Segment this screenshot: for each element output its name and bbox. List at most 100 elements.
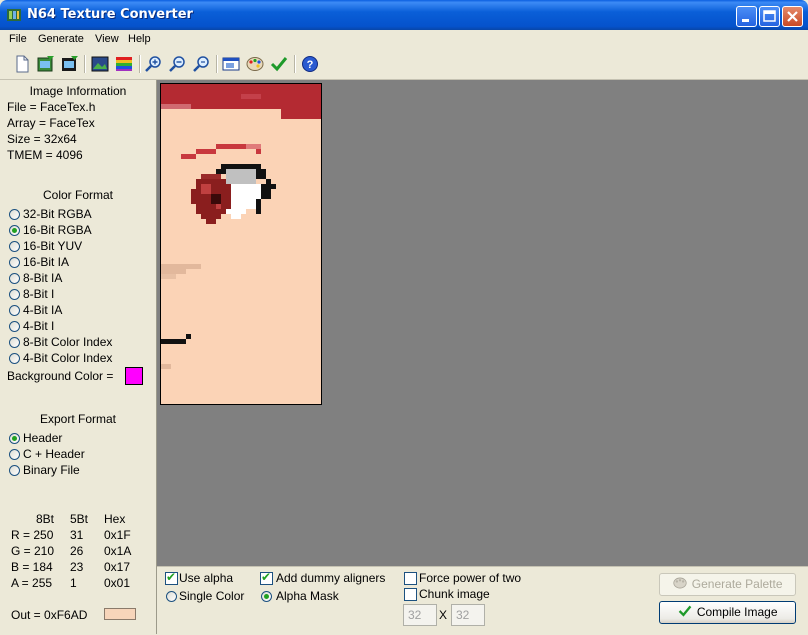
force-power-of-two-label: Force power of two bbox=[419, 571, 522, 585]
chunk-width-input[interactable]: 32 bbox=[403, 604, 437, 626]
menu-bar: File Generate View Help bbox=[0, 30, 808, 50]
single-color-radio[interactable] bbox=[166, 591, 177, 602]
col-header-hex: Hex bbox=[104, 512, 126, 526]
radio-8bit-i[interactable] bbox=[9, 289, 20, 300]
compile-check-icon[interactable] bbox=[270, 55, 288, 73]
zoom-in-icon[interactable] bbox=[145, 55, 163, 73]
pixel-a-5bit: 1 bbox=[70, 576, 77, 590]
app-window: N64 Texture Converter File Generate View… bbox=[0, 0, 808, 635]
use-alpha-label: Use alpha bbox=[179, 571, 234, 585]
force-power-of-two-checkbox[interactable] bbox=[404, 572, 417, 585]
pixel-b-value: B = 184 bbox=[11, 560, 53, 574]
toolbar-separator bbox=[84, 55, 86, 73]
pixel-r-5bit: 31 bbox=[70, 528, 84, 542]
col-header-5bt: 5Bt bbox=[70, 512, 89, 526]
radio-label: 16-Bit YUV bbox=[23, 239, 83, 253]
zoom-out-icon[interactable] bbox=[193, 55, 211, 73]
radio-16bit-yuv[interactable] bbox=[9, 241, 20, 252]
palette-icon bbox=[673, 577, 688, 589]
radio-export-header[interactable] bbox=[9, 433, 20, 444]
radio-export-binary[interactable] bbox=[9, 465, 20, 476]
chunk-x-label: X bbox=[439, 608, 448, 622]
radio-label: 16-Bit RGBA bbox=[23, 223, 92, 237]
toolbar-separator bbox=[294, 55, 296, 73]
radio-label: 16-Bit IA bbox=[23, 255, 70, 269]
close-button[interactable] bbox=[782, 6, 803, 27]
radio-16bit-ia[interactable] bbox=[9, 257, 20, 268]
image-icon[interactable] bbox=[91, 55, 109, 73]
pixel-g-hex: 0x1A bbox=[104, 544, 132, 558]
texture-preview[interactable] bbox=[160, 83, 322, 405]
check-icon bbox=[679, 605, 692, 617]
palette-bars-icon[interactable] bbox=[115, 55, 133, 73]
radio-export-c-header[interactable] bbox=[9, 449, 20, 460]
out-value: Out = 0xF6AD bbox=[11, 608, 88, 622]
menu-view[interactable]: View bbox=[95, 33, 119, 45]
toolbar-separator bbox=[216, 55, 218, 73]
radio-label: 4-Bit Color Index bbox=[23, 351, 113, 365]
maximize-button[interactable] bbox=[759, 6, 780, 27]
add-dummy-aligners-label: Add dummy aligners bbox=[276, 571, 386, 585]
radio-label: 32-Bit RGBA bbox=[23, 207, 92, 221]
radio-8bit-ia[interactable] bbox=[9, 273, 20, 284]
menu-help[interactable]: Help bbox=[128, 33, 151, 45]
radio-label: Binary File bbox=[23, 463, 80, 477]
radio-16bit-rgba[interactable] bbox=[9, 225, 20, 236]
out-color-swatch bbox=[104, 608, 136, 620]
open-image-icon[interactable] bbox=[37, 55, 55, 73]
radio-4bit-ia[interactable] bbox=[9, 305, 20, 316]
toolbar: ? bbox=[0, 50, 808, 80]
maximize-icon bbox=[763, 10, 776, 22]
close-icon bbox=[787, 11, 798, 22]
export-format-heading: Export Format bbox=[39, 412, 117, 426]
title-bar[interactable]: N64 Texture Converter bbox=[0, 0, 808, 30]
palette-icon[interactable] bbox=[246, 55, 264, 73]
minimize-button[interactable] bbox=[736, 6, 757, 27]
radio-label: Header bbox=[23, 431, 63, 445]
radio-32bit-rgba[interactable] bbox=[9, 209, 20, 220]
app-icon bbox=[7, 9, 21, 21]
radio-label: 8-Bit I bbox=[23, 287, 55, 301]
toolbar-separator bbox=[139, 55, 141, 73]
radio-label: 4-Bit IA bbox=[23, 303, 63, 317]
radio-8bit-color-index[interactable] bbox=[9, 337, 20, 348]
array-info: Array = FaceTex bbox=[7, 116, 95, 130]
chunk-height-input[interactable]: 32 bbox=[451, 604, 485, 626]
compile-image-button[interactable]: Compile Image bbox=[659, 601, 796, 624]
options-bar: Use alpha Single Color Add dummy aligner… bbox=[157, 566, 808, 635]
left-panel: Image Information File = FaceTex.h Array… bbox=[0, 80, 157, 634]
chunk-image-label: Chunk image bbox=[419, 587, 490, 601]
chunk-image-checkbox[interactable] bbox=[404, 588, 417, 601]
compile-image-label: Compile Image bbox=[696, 605, 778, 619]
radio-4bit-i[interactable] bbox=[9, 321, 20, 332]
col-header-8bt: 8Bt bbox=[36, 512, 55, 526]
menu-generate[interactable]: Generate bbox=[38, 33, 84, 45]
image-info-heading: Image Information bbox=[29, 84, 127, 98]
background-color-swatch[interactable] bbox=[125, 367, 143, 385]
alpha-mask-label: Alpha Mask bbox=[276, 589, 339, 603]
pixel-r-value: R = 250 bbox=[11, 528, 54, 542]
new-icon[interactable] bbox=[13, 55, 31, 73]
radio-4bit-color-index[interactable] bbox=[9, 353, 20, 364]
save-image-icon[interactable] bbox=[61, 55, 79, 73]
radio-label: 8-Bit IA bbox=[23, 271, 63, 285]
pixel-a-value: A = 255 bbox=[11, 576, 53, 590]
add-dummy-aligners-checkbox[interactable] bbox=[260, 570, 273, 585]
use-alpha-checkbox[interactable] bbox=[165, 570, 178, 585]
svg-text:?: ? bbox=[307, 59, 314, 71]
file-info: File = FaceTex.h bbox=[7, 100, 96, 114]
pixel-b-5bit: 23 bbox=[70, 560, 84, 574]
canvas-area[interactable] bbox=[157, 80, 808, 566]
alpha-mask-radio[interactable] bbox=[261, 591, 272, 602]
zoom-reset-icon[interactable] bbox=[169, 55, 187, 73]
fit-window-icon[interactable] bbox=[222, 55, 240, 73]
pixel-g-5bit: 26 bbox=[70, 544, 84, 558]
menu-file[interactable]: File bbox=[9, 33, 27, 45]
radio-label: C + Header bbox=[23, 447, 85, 461]
generate-palette-button[interactable]: Generate Palette bbox=[659, 573, 796, 596]
pixel-g-value: G = 210 bbox=[11, 544, 55, 558]
radio-label: 8-Bit Color Index bbox=[23, 335, 113, 349]
color-format-heading: Color Format bbox=[42, 188, 113, 202]
pixel-a-hex: 0x01 bbox=[104, 576, 131, 590]
help-icon[interactable]: ? bbox=[301, 55, 319, 73]
